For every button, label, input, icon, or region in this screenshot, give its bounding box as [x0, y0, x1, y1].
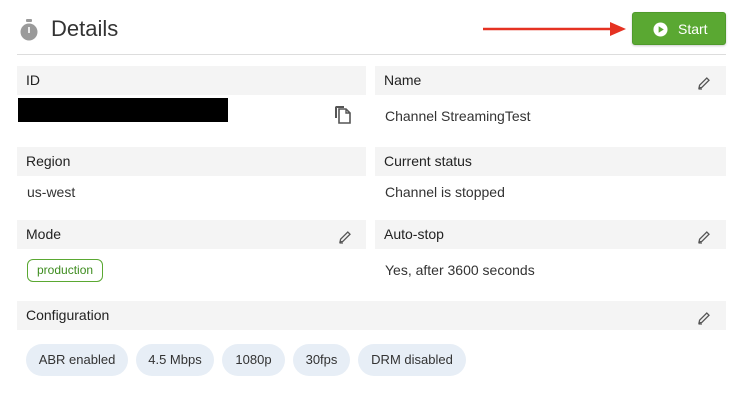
start-button-label: Start [678, 21, 708, 37]
annotation-arrow-icon [483, 22, 626, 36]
config-chip-framerate: 30fps [293, 344, 350, 376]
play-circle-icon [653, 22, 668, 37]
start-button[interactable]: Start [632, 12, 726, 45]
stopwatch-icon [20, 19, 38, 41]
config-chip-drm: DRM disabled [358, 344, 466, 376]
config-chip-abr: ABR enabled [26, 344, 128, 376]
copy-icon[interactable] [334, 105, 351, 124]
name-label: Name [375, 66, 726, 95]
auto-stop-label: Auto-stop [375, 220, 726, 249]
configuration-pencil-icon[interactable] [697, 311, 711, 325]
name-pencil-icon[interactable] [697, 76, 711, 90]
auto-stop-pencil-icon[interactable] [697, 230, 711, 244]
configuration-label: Configuration [17, 301, 726, 330]
config-chip-resolution: 1080p [222, 344, 285, 376]
current-status-value: Channel is stopped [385, 184, 505, 200]
name-value: Channel StreamingTest [385, 108, 531, 124]
header-divider [17, 54, 726, 55]
page-title: Details [51, 16, 119, 41]
config-chip-bitrate: 4.5 Mbps [136, 344, 214, 376]
mode-label: Mode [17, 220, 366, 249]
region-value: us-west [27, 184, 76, 200]
region-label: Region [17, 147, 366, 176]
id-label: ID [17, 66, 366, 95]
mode-tag: production [27, 259, 104, 282]
id-value-redacted [18, 98, 228, 122]
auto-stop-value: Yes, after 3600 seconds [385, 262, 535, 278]
current-status-label: Current status [375, 147, 726, 176]
mode-pencil-icon[interactable] [338, 230, 352, 244]
